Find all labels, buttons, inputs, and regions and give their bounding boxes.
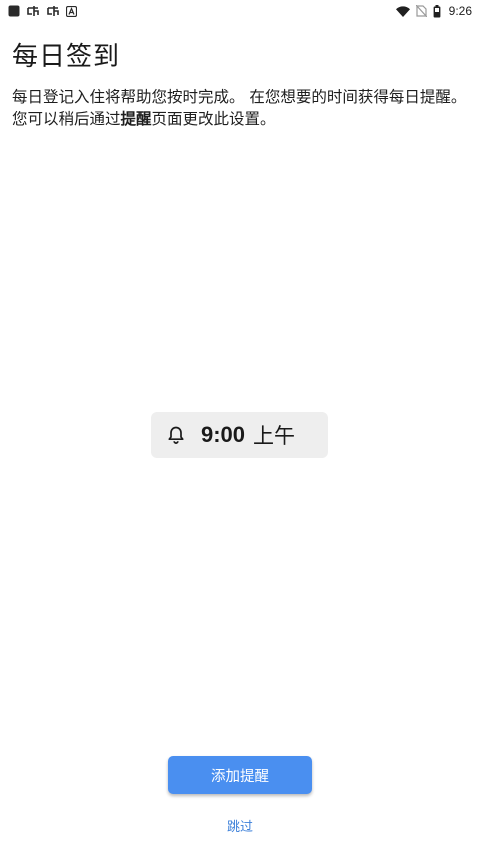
- no-sim-icon: [415, 5, 427, 17]
- status-bar: 9:26: [0, 0, 480, 22]
- reminder-period: 上午: [253, 424, 296, 448]
- description-text-end: 页面更改此设置。: [151, 110, 276, 128]
- status-time: 9:26: [448, 4, 472, 18]
- wifi-icon: [395, 5, 410, 17]
- status-bar-right: 9:26: [395, 4, 472, 18]
- reminder-time-chip[interactable]: 9:00 上午: [151, 412, 328, 458]
- page-title: 每日签到: [12, 42, 121, 72]
- notification-app-icon: [46, 5, 60, 17]
- notification-a-icon: [66, 5, 77, 17]
- daily-checkin-screen: 9:26 每日签到 每日登记入住将帮助您按时完成。 在您想要的时间获得每日提醒。…: [0, 0, 480, 852]
- battery-icon: [433, 4, 441, 18]
- notification-app-icon: [26, 5, 40, 17]
- reminder-emphasis: 提醒: [120, 110, 152, 128]
- add-reminder-button[interactable]: 添加提醒: [168, 756, 312, 794]
- skip-link[interactable]: 跳过: [0, 816, 480, 835]
- bell-icon: [165, 424, 187, 446]
- page-description: 每日登记入住将帮助您按时完成。 在您想要的时间获得每日提醒。 您可以稍后通过提醒…: [12, 86, 468, 130]
- status-bar-left: [8, 5, 77, 17]
- reminder-time: 9:00: [201, 422, 246, 447]
- app-square-icon: [8, 5, 20, 17]
